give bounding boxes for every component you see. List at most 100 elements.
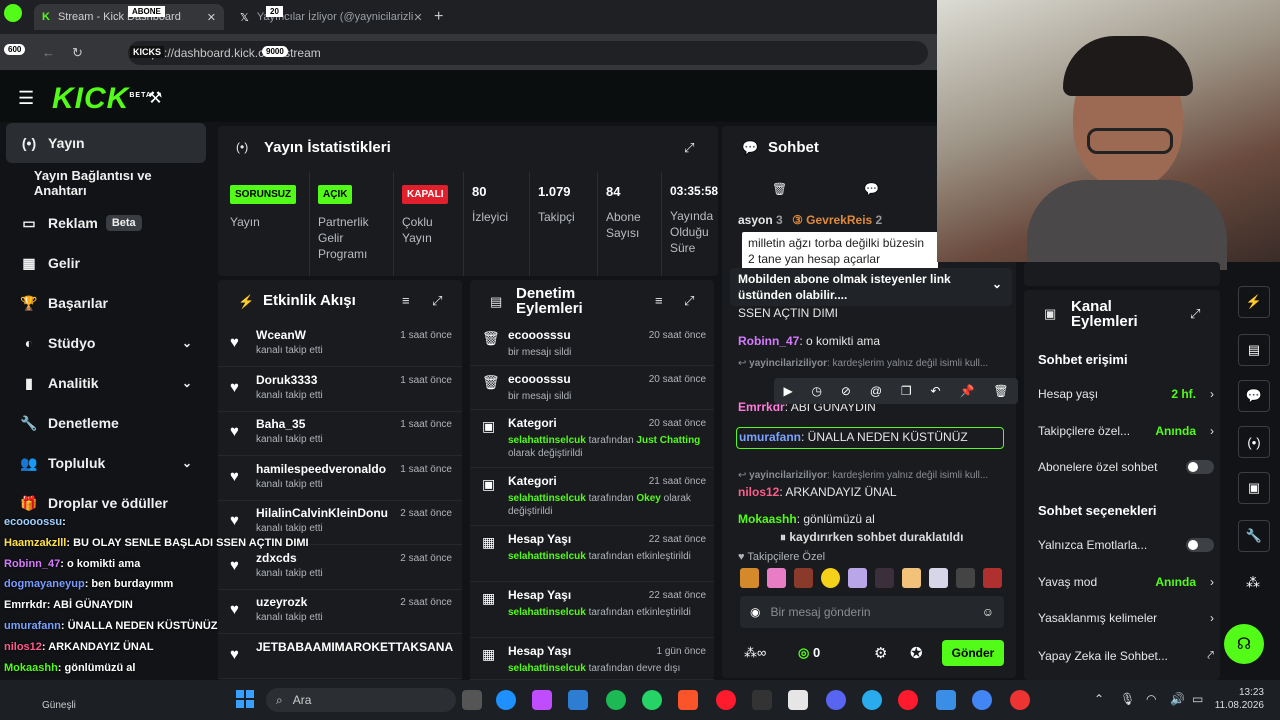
app-icon[interactable]: [568, 690, 588, 710]
discord-icon[interactable]: [826, 690, 846, 710]
points-counter[interactable]: ◎ 0: [798, 645, 820, 661]
ai-moderation-row[interactable]: Yapay Zeka ile Sohbet... ⤤: [1038, 648, 1214, 663]
emote-icon[interactable]: [875, 568, 894, 588]
moderation-row[interactable]: ▣ Kategori 20 saat önce selahattinselcuk…: [470, 410, 714, 468]
account-age-row[interactable]: Hesap yaşı 2 hf. ›: [1038, 387, 1214, 401]
moderation-row[interactable]: ▦ Hesap Yaşı 1 gün önce selahattinselcuk…: [470, 638, 714, 680]
chat-message[interactable]: Robinn_47: o komikti ama: [738, 334, 880, 348]
timeout-icon[interactable]: ◷: [812, 384, 822, 398]
filter-icon[interactable]: ≡: [402, 293, 410, 308]
copy-icon[interactable]: ❐: [901, 384, 912, 398]
telegram-icon[interactable]: [862, 690, 882, 710]
wrench-icon[interactable]: 🔧: [1238, 520, 1270, 552]
hammer-icon[interactable]: ⚒: [148, 88, 162, 108]
emote-icon[interactable]: [821, 568, 840, 588]
notes-icon[interactable]: ▤: [1238, 334, 1270, 366]
emote-icon[interactable]: [740, 568, 759, 588]
windows-start-icon[interactable]: [236, 690, 254, 708]
chat-message-input[interactable]: ◉ Bir mesaj gönderin ☺: [740, 596, 1004, 628]
app-red-icon[interactable]: [1010, 690, 1030, 710]
activity-row[interactable]: ♥ WceanW kanalı takip etti 1 saat önce: [218, 322, 462, 367]
chat-paused-notice[interactable]: ⏸ kaydırırken sohbet duraklatıldı: [780, 530, 963, 545]
wifi-icon[interactable]: ◠: [1146, 692, 1156, 706]
emote-only-toggle[interactable]: [1186, 538, 1214, 552]
kick-points-icon[interactable]: ⁂∞: [744, 645, 766, 661]
emote-icon[interactable]: [767, 568, 786, 588]
close-tab-icon[interactable]: ✕: [413, 11, 422, 24]
mod-badge-icon[interactable]: ✪: [910, 644, 923, 662]
chat-username[interactable]: nilos12: [738, 485, 779, 499]
hide-icon[interactable]: ⊘: [841, 384, 851, 398]
chat-message[interactable]: ↩ yayincilariziliyor: kardeşlerim yalnız…: [738, 470, 988, 481]
subs-only-toggle[interactable]: [1186, 460, 1214, 474]
copilot-icon[interactable]: [532, 690, 552, 710]
quick-actions-icon[interactable]: ⚡: [1238, 286, 1270, 318]
chat-message[interactable]: nilos12: ARKANDAYIZ ÜNAL: [738, 485, 897, 499]
chat-options-icon[interactable]: 💬: [864, 182, 879, 196]
emote-only-row[interactable]: Yalnızca Emotlarla...: [1038, 538, 1214, 552]
mention-icon[interactable]: @: [870, 384, 882, 398]
opera-gx-icon[interactable]: [898, 690, 918, 710]
pinned-message[interactable]: Mobilden abone olmak isteyenler link üst…: [730, 268, 1012, 306]
close-tab-icon[interactable]: ✕: [207, 11, 216, 24]
broadcast-icon[interactable]: (•): [1238, 426, 1270, 458]
microphone-icon[interactable]: 🎙: [1120, 692, 1135, 706]
trash-icon[interactable]: 🗑: [772, 182, 787, 196]
chat-username[interactable]: Robinn_47: [738, 334, 799, 348]
emote-icon[interactable]: [983, 568, 1002, 588]
chat-message[interactable]: umurafann: ÜNALLA NEDEN KÜSTÜNÜZ: [736, 427, 1004, 449]
kick-points-icon[interactable]: ⁂: [1246, 574, 1260, 591]
sidebar-item-yayin[interactable]: (•) Yayın: [6, 123, 206, 163]
sidebar-item-studyo[interactable]: ◐ Stüdyo ⌄: [6, 323, 206, 363]
new-tab-icon[interactable]: +: [434, 8, 443, 26]
notepad-icon[interactable]: [788, 690, 808, 710]
spotify-icon[interactable]: [606, 690, 626, 710]
address-bar[interactable]: https://dashboard.kick.com/stream: [128, 41, 928, 65]
moderation-row[interactable]: ▦ Hesap Yaşı 22 saat önce selahattinselc…: [470, 526, 714, 582]
browser-tab-twitter[interactable]: 𝕏 Yayıncılar İzliyor (@yaynicilarizli ✕: [232, 4, 422, 30]
sidebar-item-topluluk[interactable]: 👥 Topluluk ⌄: [6, 443, 206, 483]
clock[interactable]: 13:23 11.08.2026: [1200, 686, 1264, 712]
followers-only-row[interactable]: Takipçilere özel... Anında ›: [1038, 424, 1214, 438]
opera-icon[interactable]: [716, 690, 736, 710]
chat-username[interactable]: Mokaashh: [738, 512, 797, 526]
emote-icon[interactable]: [794, 568, 813, 588]
mail-icon[interactable]: [936, 690, 956, 710]
chat-message[interactable]: ↩ yayincilariziliyor: kardeşlerim yalnız…: [738, 358, 988, 369]
emote-icon[interactable]: [848, 568, 867, 588]
game-icon[interactable]: [752, 690, 772, 710]
edge-icon[interactable]: [496, 690, 516, 710]
gear-icon[interactable]: ⚙: [874, 644, 887, 662]
moderation-row[interactable]: ▦ Hesap Yaşı 22 saat önce selahattinselc…: [470, 582, 714, 638]
emote-icon[interactable]: [929, 568, 948, 588]
sidebar-item-stream-key[interactable]: Yayın Bağlantısı ve Anahtarı: [6, 163, 206, 203]
hamburger-menu-icon[interactable]: ☰: [18, 88, 34, 109]
weather-widget[interactable]: Güneşli: [42, 700, 76, 711]
reply-icon[interactable]: ↶: [931, 384, 941, 398]
task-view-icon[interactable]: [462, 690, 482, 710]
sidebar-item-basarilar[interactable]: 🏆 Başarılar: [6, 283, 206, 323]
activity-row[interactable]: ♥ Doruk3333 kanalı takip etti 1 saat önc…: [218, 367, 462, 412]
layout-icon[interactable]: ▣: [1238, 472, 1270, 504]
activity-row[interactable]: ♥ Baha_35 kanalı takip etti 1 saat önce: [218, 411, 462, 456]
pin-icon[interactable]: 📌: [959, 384, 974, 398]
chat-username[interactable]: umurafann: [739, 430, 801, 444]
taskbar-search[interactable]: ⌕ Ara: [266, 688, 456, 712]
support-headset-icon[interactable]: ☊: [1224, 624, 1264, 664]
expand-icon[interactable]: ⤢: [432, 293, 442, 309]
send-button[interactable]: Gönder: [942, 640, 1004, 666]
chat-username[interactable]: yayincilariziliyor: [749, 358, 827, 369]
expand-icon[interactable]: ⤢: [1190, 306, 1200, 322]
sidebar-item-reklam[interactable]: ▭ Reklam Beta: [6, 203, 206, 243]
sidebar-item-gelir[interactable]: ▦ Gelir: [6, 243, 206, 283]
emote-icon[interactable]: [956, 568, 975, 588]
banned-words-row[interactable]: Yasaklanmış kelimeler ›: [1038, 611, 1214, 625]
chat-username[interactable]: yayincilariziliyor: [749, 470, 827, 481]
delete-icon[interactable]: 🗑: [993, 384, 1008, 398]
emote-icon[interactable]: [902, 568, 921, 588]
sidebar-item-analitik[interactable]: ▮ Analitik ⌄: [6, 363, 206, 403]
moderation-row[interactable]: ▣ Kategori 21 saat önce selahattinselcuk…: [470, 468, 714, 526]
slow-mode-row[interactable]: Yavaş mod Anında ›: [1038, 575, 1214, 589]
filter-icon[interactable]: ≡: [655, 293, 663, 308]
moderation-row[interactable]: 🗑 ecooosssu 20 saat önce bir mesajı sild…: [470, 366, 714, 410]
